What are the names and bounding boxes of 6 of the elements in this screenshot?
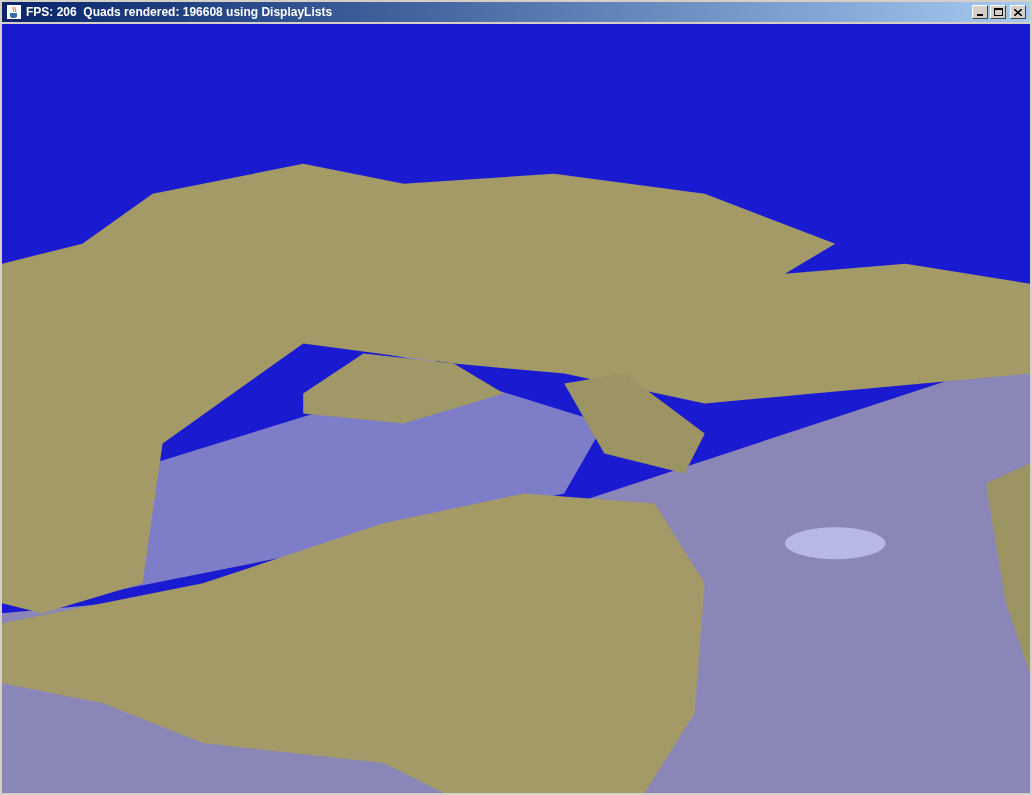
minimize-button[interactable] (972, 5, 988, 19)
close-button[interactable] (1010, 5, 1026, 19)
close-icon (1014, 8, 1022, 16)
window-title: FPS: 206 Quads rendered: 196608 using DisplayLists (26, 4, 334, 21)
cup-icon (6, 4, 22, 20)
maximize-button[interactable] (990, 5, 1006, 19)
